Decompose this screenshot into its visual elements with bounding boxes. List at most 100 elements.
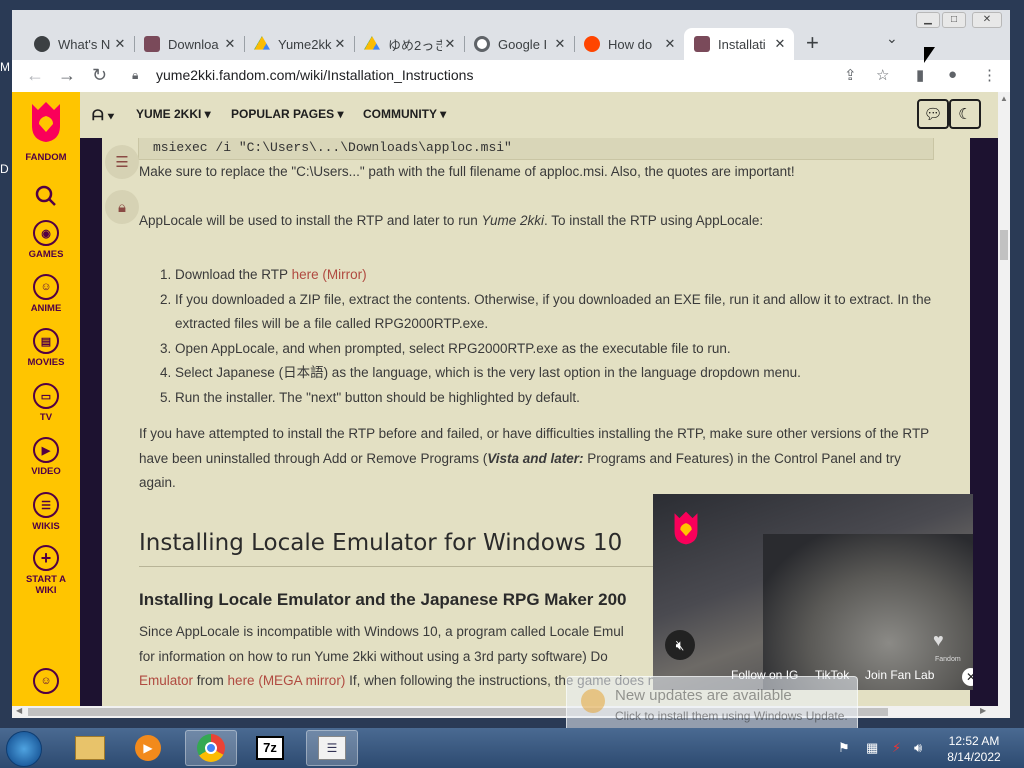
new-tab-button[interactable]: +	[806, 30, 819, 56]
tab[interactable]: Yume2kk ✕	[244, 28, 354, 60]
tab[interactable]: Downloa ✕	[134, 28, 244, 60]
list-item: Select Japanese (日本語) as the language, w…	[175, 361, 935, 386]
user-account-icon[interactable]: ☺	[12, 668, 80, 694]
start-button[interactable]	[6, 731, 42, 767]
list-item: Run the installer. The "next" button sho…	[175, 386, 935, 411]
minimize-button[interactable]: ▁	[916, 12, 940, 28]
yume-icon	[694, 36, 710, 52]
rail-item-tv[interactable]: ▭ TV	[12, 383, 80, 423]
wiki-logo-icon[interactable]: ᗩ ▾	[92, 107, 114, 124]
forward-arrow-icon[interactable]: →	[58, 65, 76, 86]
subsection-heading: Installing Locale Emulator and the Japan…	[139, 590, 627, 609]
join-fan-lab-link[interactable]: Join Fan Lab	[865, 668, 934, 682]
network-icon[interactable]: ▦	[866, 740, 878, 756]
rtp-mirror-link[interactable]: (Mirror)	[322, 267, 366, 282]
fandom-logo[interactable]: FANDOM	[12, 100, 80, 163]
chrome-icon[interactable]	[185, 730, 237, 766]
discussions-icon[interactable]: 💬︎	[917, 99, 949, 129]
video-brand: Fandom	[935, 656, 961, 663]
rail-item-video[interactable]: ▶ VIDEO	[12, 437, 80, 477]
close-icon[interactable]: ✕	[552, 36, 568, 52]
reload-icon[interactable]: ↻	[92, 65, 107, 86]
7zip-icon[interactable]: 7z	[244, 730, 296, 766]
profile-avatar-icon[interactable]: ●	[948, 66, 957, 83]
anime-icon: ☺	[33, 274, 59, 300]
explorer-icon[interactable]	[64, 730, 116, 766]
rail-item-start-wiki[interactable]: + START A WIKI	[12, 545, 80, 596]
github-icon	[34, 36, 50, 52]
table-of-contents-icon[interactable]: ☰	[105, 145, 139, 179]
bookmark-star-icon[interactable]: ☆	[876, 66, 889, 84]
tab[interactable]: Google I ✕	[464, 28, 574, 60]
close-icon[interactable]: ✕	[442, 36, 458, 52]
tab-strip: What's N ✕ Downloa ✕ Yume2kk ✕ ゆめ2っき ✕ G…	[12, 10, 1010, 60]
dark-mode-moon-icon[interactable]: ☾	[949, 99, 981, 129]
rail-item-movies[interactable]: ▤ MOVIES	[12, 328, 80, 368]
system-clock[interactable]: 12:52 AM 8/14/2022	[944, 733, 1004, 765]
desktop-icon-label: M	[0, 60, 10, 74]
fandom-label: FANDOM	[25, 152, 67, 163]
volume-icon[interactable]: 🔊︎	[914, 740, 922, 756]
tab-title: ゆめ2っき	[388, 37, 442, 53]
media-player-icon[interactable]: ▶	[122, 730, 174, 766]
search-icon[interactable]	[12, 184, 80, 213]
close-icon[interactable]: ✕	[222, 36, 238, 52]
paragraph: AppLocale will be used to install the RT…	[139, 213, 764, 228]
tab[interactable]: ゆめ2っき ✕	[354, 28, 464, 60]
tab-title: How do	[608, 36, 653, 52]
google-drive-icon	[364, 36, 380, 50]
warning-icon	[581, 689, 605, 713]
tab-active[interactable]: Installati ✕	[684, 28, 794, 60]
mute-icon[interactable]: 🔇︎	[665, 630, 695, 660]
power-icon[interactable]: ⚡︎	[892, 740, 901, 756]
mega-mirror-link[interactable]: here (MEGA mirror)	[228, 673, 346, 688]
tab-title: Installati	[718, 36, 766, 52]
maximize-button[interactable]: □	[942, 12, 966, 28]
action-center-flag-icon[interactable]: ⚑	[838, 740, 850, 756]
vertical-scrollbar[interactable]: ▲	[998, 92, 1010, 706]
menu-kebab-icon[interactable]: ⋮	[982, 66, 997, 84]
code-block: msiexec /i "C:\Users\...\Downloads\applo…	[138, 138, 934, 160]
side-panel-icon[interactable]: ▮	[916, 66, 924, 84]
rtp-download-link[interactable]: here	[292, 267, 319, 282]
close-icon[interactable]: ✕	[662, 36, 678, 52]
close-window-button[interactable]: ✕	[972, 12, 1002, 28]
task-manager-icon[interactable]: ☰	[306, 730, 358, 766]
lock-icon[interactable]: 🔒︎	[105, 190, 139, 224]
rail-item-anime[interactable]: ☺ ANIME	[12, 274, 80, 314]
section-heading: Installing Locale Emulator for Windows 1…	[139, 530, 623, 556]
close-icon[interactable]: ✕	[772, 36, 788, 52]
video-frame	[763, 534, 973, 690]
locale-emulator-link[interactable]: Emulator	[139, 673, 193, 688]
menu-community[interactable]: COMMUNITY ▾	[363, 107, 446, 121]
share-icon[interactable]: ⇪	[844, 66, 857, 84]
plus-icon: +	[33, 545, 59, 571]
horizontal-scrollbar[interactable]: ◀ ▶	[12, 706, 1010, 718]
back-arrow-icon[interactable]: ←	[26, 65, 44, 86]
fandom-watermark-icon: ♥	[933, 630, 944, 650]
install-steps-list: Download the RTP here (Mirror) If you do…	[175, 263, 935, 410]
menu-yume2kki[interactable]: YUME 2KKI ▾	[136, 107, 211, 121]
video-player[interactable]: 🔇︎ ♥ Fandom Follow on IG TikTok Join Fan…	[653, 494, 973, 690]
close-icon[interactable]: ✕	[112, 36, 128, 52]
scroll-thumb[interactable]	[1000, 230, 1008, 260]
google-drive-icon	[254, 36, 270, 50]
yume-icon	[144, 36, 160, 52]
menu-popular-pages[interactable]: POPULAR PAGES ▾	[231, 107, 343, 121]
desktop-icon-label: D	[0, 162, 9, 176]
close-icon[interactable]: ✕	[962, 668, 973, 686]
fandom-global-nav: FANDOM ◉ GAMES ☺ ANIME ▤ MOVIES ▭ TV ▶ V…	[12, 92, 80, 706]
reddit-icon	[584, 36, 600, 52]
address-bar[interactable]: yume2kki.fandom.com/wiki/Installation_In…	[156, 67, 473, 83]
tab[interactable]: What's N ✕	[24, 28, 134, 60]
rail-item-games[interactable]: ◉ GAMES	[12, 220, 80, 260]
tab[interactable]: How do ✕	[574, 28, 684, 60]
rail-item-wikis[interactable]: ☰ WIKIS	[12, 492, 80, 532]
tab-search-chevron-icon[interactable]: ⌄	[886, 30, 898, 47]
paragraph: Make sure to replace the "C:\Users..." p…	[139, 164, 795, 179]
update-notification[interactable]: New updates are available Click to insta…	[566, 676, 858, 732]
lock-icon[interactable]: 🔒︎	[132, 68, 138, 83]
notification-title: New updates are available	[615, 687, 792, 704]
close-icon[interactable]: ✕	[332, 36, 348, 52]
google-icon	[474, 36, 490, 52]
